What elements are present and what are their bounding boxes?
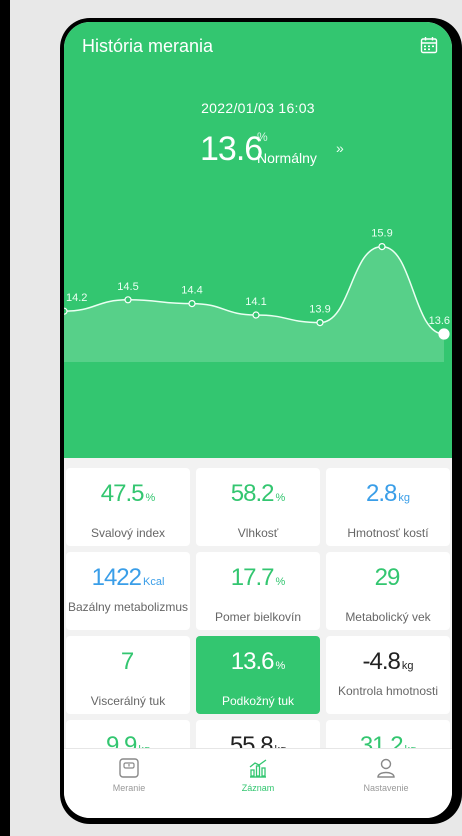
metric-value: 58.2% [230, 480, 286, 507]
chart-point[interactable] [316, 318, 324, 327]
metric-value: 2.8 kg [366, 480, 410, 507]
chart-point-label: 13.6 [429, 315, 450, 327]
tab-meranie[interactable]: Meranie [89, 757, 169, 793]
tab-zaznam[interactable]: Záznam [218, 757, 298, 793]
metric-value: 7 [120, 648, 134, 675]
metric-label: Viscerálný tuk [90, 694, 166, 708]
metric-label: Pomer bielkovín [214, 610, 302, 624]
metric-card-visceral-fat[interactable]: 7 Viscerálný tuk [66, 636, 190, 714]
metric-label: Svalový index [90, 526, 166, 540]
left-edge [0, 0, 10, 836]
metric-label: Vlhkosť [237, 526, 279, 540]
metric-label: Kontrola hmotnosti [337, 684, 439, 698]
metric-label: Metabolický vek [345, 610, 431, 624]
tab-label: Meranie [112, 783, 146, 793]
chart-point[interactable] [378, 243, 386, 251]
detail-chevron-icon[interactable]: » [336, 140, 344, 156]
app-screen: História merania 2022/01/03 16:03 13.6 %… [64, 22, 452, 818]
metric-label: Bazálny metabolizmus [67, 600, 189, 614]
chart-point-label: 14.4 [181, 285, 202, 297]
metric-value: 13.6% [230, 648, 286, 675]
chart-point-label: 15.9 [371, 228, 392, 240]
chart-point-label: 14.5 [117, 281, 138, 293]
page-title: História merania [82, 36, 214, 56]
chart-point[interactable] [188, 299, 196, 308]
metric-card-protein[interactable]: 17.7% Pomer bielkovín [196, 552, 320, 630]
metric-card-bone-mass[interactable]: 2.8 kg Hmotnosť kostí [326, 468, 450, 546]
metric-value: 17.7% [230, 564, 286, 591]
chart-point[interactable] [438, 328, 450, 340]
scale-icon [119, 758, 139, 778]
metric-value: 29 [374, 564, 401, 591]
tab-nastavenie[interactable]: Nastavenie [346, 757, 426, 793]
metric-label: Podkožný tuk [221, 694, 295, 708]
chart-point-label: 14.1 [245, 296, 266, 308]
metric-card-bmr[interactable]: 1422 Kcal Bazálny metabolizmus [66, 552, 190, 630]
chart-point[interactable] [124, 296, 132, 304]
metric-card-subcutaneous-fat[interactable]: 13.6% Podkožný tuk [196, 636, 320, 714]
history-header-panel: História merania 2022/01/03 16:03 13.6 %… [64, 22, 452, 458]
metric-card-muscle-index[interactable]: 47.5% Svalový index [66, 468, 190, 546]
tab-label: Záznam [241, 783, 275, 793]
calendar-icon[interactable] [420, 36, 438, 54]
measurement-date: 2022/01/03 16:03 [201, 100, 315, 116]
chart-point[interactable] [252, 311, 260, 319]
metric-value: 1422 Kcal [91, 564, 165, 591]
chart-point[interactable] [64, 307, 68, 315]
tab-label: Nastavenie [363, 783, 409, 793]
selected-value: 13.6 [200, 130, 263, 168]
metric-value: 47.5% [100, 480, 156, 507]
metric-card-water[interactable]: 58.2% Vlhkosť [196, 468, 320, 546]
chart-icon [249, 759, 267, 778]
chart-point-label: 14.2 [66, 292, 87, 304]
metric-card-weight-control[interactable]: -4.8 kg Kontrola hmotnosti [326, 636, 450, 714]
metric-label: Hmotnosť kostí [347, 526, 429, 540]
metric-card-metabolic-age[interactable]: 29 Metabolický vek [326, 552, 450, 630]
chart-point-label: 13.9 [309, 304, 330, 316]
person-icon [377, 758, 395, 778]
bottom-tab-bar: Meranie Záznam Nastavenie [64, 748, 452, 818]
selected-unit: % [257, 130, 268, 144]
metric-value: -4.8 kg [362, 648, 414, 675]
history-line-chart[interactable]: 14.2 14.5 14.4 14.1 13.9 15.9 13.6 [64, 222, 452, 362]
status-label: Normálny [257, 150, 317, 166]
